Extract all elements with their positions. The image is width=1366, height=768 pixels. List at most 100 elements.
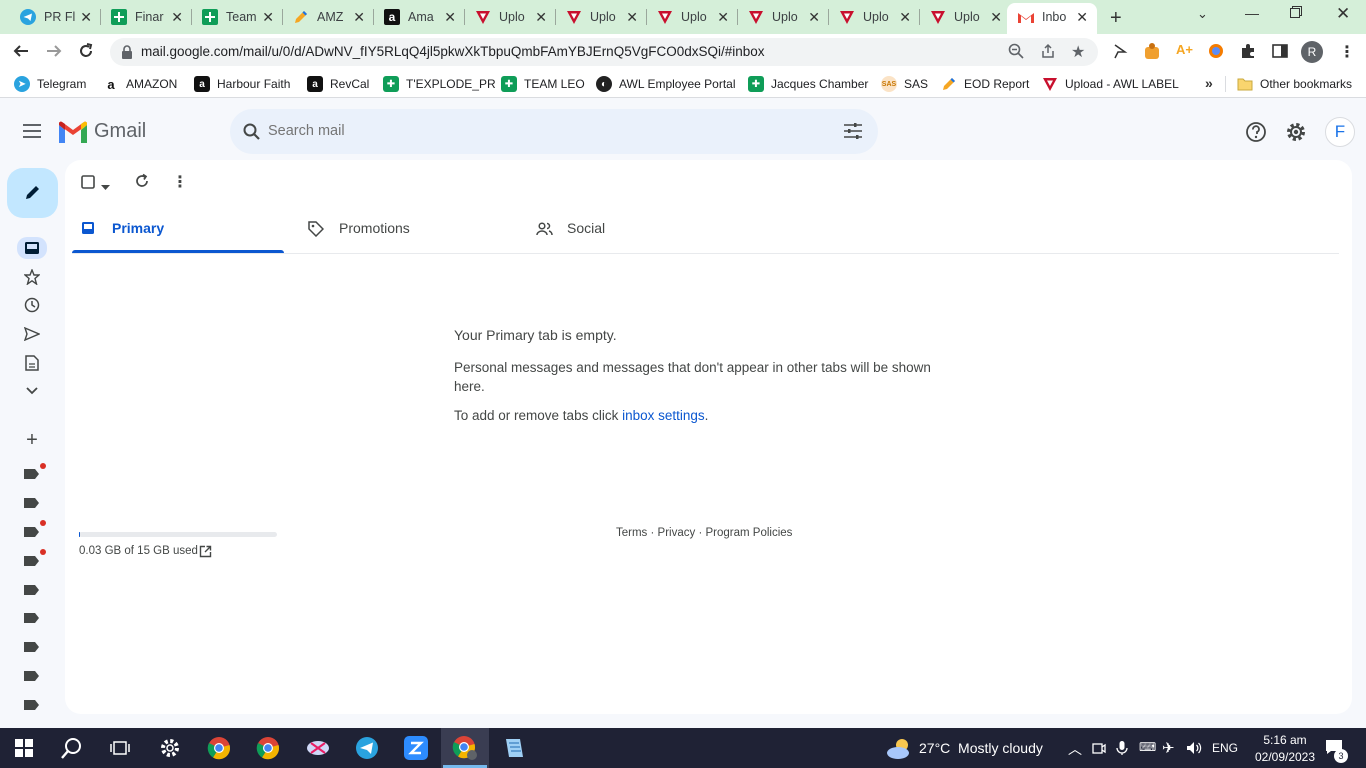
label-8[interactable] [24,669,40,681]
label-6[interactable] [24,611,40,623]
close-icon[interactable]: ✕ [353,9,365,26]
close-icon[interactable]: ✕ [535,9,547,26]
browser-tab-12-active[interactable]: Inbo ✕ [1018,6,1088,28]
browser-tab-3[interactable]: Team ✕ [202,6,274,28]
meet-now-icon[interactable] [1092,741,1106,758]
open-storage-icon[interactable] [199,545,212,561]
window-close-icon[interactable]: ✕ [1336,4,1350,24]
bookmark-sas[interactable]: SAS SAS [881,75,928,93]
tab-social[interactable]: Social [528,203,740,254]
airplane-mode-icon[interactable]: ✈ [1162,739,1175,757]
tab-primary[interactable]: Primary [72,203,284,254]
program-policies-link[interactable]: Program Policies [705,527,792,539]
bookmark-revcal[interactable]: a RevCal [307,75,369,93]
snipping-tool-icon[interactable] [304,734,332,762]
browser-menu-icon[interactable]: ⋮ [1339,42,1355,62]
nav-snoozed[interactable] [22,295,42,315]
select-dropdown-icon[interactable] [101,179,110,194]
refresh-icon[interactable] [134,173,150,192]
share-icon[interactable] [1040,43,1056,62]
other-bookmarks[interactable]: Other bookmarks [1237,75,1352,93]
search-input[interactable] [268,119,828,143]
site-info-icon[interactable] [121,45,133,62]
browser-tab-7[interactable]: Uplo ✕ [566,6,638,28]
close-icon[interactable]: ✕ [444,9,456,26]
reload-icon[interactable] [77,42,95,63]
bookmark-telegram[interactable]: ➤ Telegram [14,75,86,93]
extension-honey-icon[interactable] [1144,42,1160,63]
extension-arrow-icon[interactable] [1112,43,1128,62]
browser-tab-9[interactable]: Uplo ✕ [748,6,820,28]
browser-tab-11[interactable]: Uplo ✕ [930,6,1002,28]
close-icon[interactable]: ✕ [171,9,183,26]
label-4[interactable] [24,554,40,566]
browser-tab-10[interactable]: Uplo ✕ [839,6,911,28]
nav-inbox[interactable] [17,237,47,259]
nav-drafts[interactable] [22,353,42,373]
profile-avatar[interactable]: R [1301,41,1323,63]
task-view-icon[interactable] [106,734,134,762]
zoom-icon[interactable] [1008,43,1024,62]
zoom-app-icon[interactable] [402,734,430,762]
chrome-app-icon-2[interactable] [254,734,282,762]
main-menu-icon[interactable] [23,124,41,141]
tab-promotions[interactable]: Promotions [300,203,512,254]
tab-search-icon[interactable]: ⌄ [1197,6,1208,22]
input-method-icon[interactable]: ⌨ [1139,740,1156,754]
forward-icon[interactable] [45,42,63,63]
bookmark-team-leo[interactable]: ✚ TEAM LEO [501,75,585,93]
browser-tab-4[interactable]: AMZ ✕ [293,6,365,28]
compose-button[interactable] [7,168,58,218]
language-indicator[interactable]: ENG [1212,741,1238,755]
create-label-icon[interactable]: + [22,429,42,451]
extension-aplus-icon[interactable]: A+ [1176,42,1193,57]
volume-icon[interactable] [1186,740,1202,759]
browser-tab-8[interactable]: Uplo ✕ [657,6,729,28]
chrome-app-icon[interactable] [205,734,233,762]
close-icon[interactable]: ✕ [899,9,911,26]
close-icon[interactable]: ✕ [808,9,820,26]
show-hidden-icons-icon[interactable]: ︿ [1068,739,1082,759]
clock-date[interactable]: 02/09/2023 [1249,750,1321,764]
side-panel-icon[interactable] [1272,43,1288,62]
settings-gear-icon[interactable] [1285,121,1307,146]
clock-time[interactable]: 5:16 am [1256,733,1314,747]
url-text[interactable]: mail.google.com/mail/u/0/d/ADwNV_fIY5RLq… [141,44,765,59]
bookmark-eod-report[interactable]: EOD Report [941,75,1029,93]
restore-icon[interactable] [1290,6,1302,21]
browser-tab-6[interactable]: Uplo ✕ [475,6,547,28]
bookmark-jacques-chamber[interactable]: ✚ Jacques Chamber [748,75,868,93]
label-2[interactable] [24,496,40,508]
select-all-checkbox[interactable] [81,175,95,192]
gmail-logo-icon[interactable] [59,121,87,146]
label-5[interactable] [24,583,40,595]
minimize-icon[interactable]: — [1245,5,1259,21]
close-icon[interactable]: ✕ [262,9,274,26]
close-icon[interactable]: ✕ [80,9,92,26]
close-icon[interactable]: ✕ [717,9,729,26]
bookmark-amazon[interactable]: a AMAZON [103,75,177,93]
settings-app-icon[interactable] [156,734,184,762]
help-icon[interactable] [1245,121,1267,146]
inbox-settings-link[interactable]: inbox settings [622,408,705,423]
browser-tab-5[interactable]: a Ama ✕ [384,6,456,28]
search-options-icon[interactable] [843,122,863,143]
nav-sent[interactable] [22,324,42,344]
privacy-link[interactable]: Privacy [658,527,696,539]
bookmark-star-icon[interactable]: ★ [1071,42,1085,62]
nav-starred[interactable] [22,267,42,287]
label-3[interactable] [24,525,40,537]
close-icon[interactable]: ✕ [1076,9,1088,26]
browser-tab-1[interactable]: PR Fl ✕ [20,6,92,28]
nav-more[interactable] [22,381,42,401]
more-bookmarks-icon[interactable]: » [1205,75,1213,91]
close-icon[interactable]: ✕ [626,9,638,26]
more-actions-icon[interactable]: ⋮ [172,172,188,192]
taskbar-search-icon[interactable] [58,734,86,762]
browser-tab-2[interactable]: Finar ✕ [111,6,183,28]
new-tab-icon[interactable]: + [1110,7,1122,30]
bookmark-texplode-pr[interactable]: ✚ T'EXPLODE_PR [383,75,496,93]
weather-icon[interactable] [886,736,914,763]
terms-link[interactable]: Terms [616,527,647,539]
bookmark-upload-awl-label[interactable]: Upload - AWL LABEL [1042,75,1179,93]
